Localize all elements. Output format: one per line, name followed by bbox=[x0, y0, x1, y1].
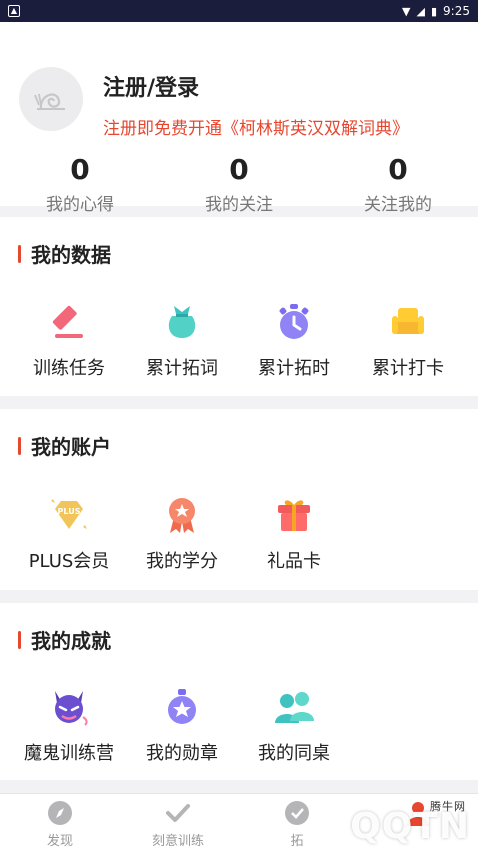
watermark-subtext: 腾牛网 bbox=[430, 800, 466, 813]
grid-item-training-tasks[interactable]: 训练任务 bbox=[14, 302, 124, 380]
grid-item-label: 我的学分 bbox=[146, 551, 218, 572]
avatar[interactable] bbox=[19, 67, 83, 131]
section-header: 我的账户 bbox=[18, 431, 111, 460]
section-my-account: 我的账户 PLUS PLUS会员 我的学分 礼品卡 bbox=[0, 409, 478, 590]
grid-item-label: 魔鬼训练营 bbox=[24, 743, 114, 764]
stat-notes[interactable]: 0 我的心得 bbox=[0, 152, 160, 215]
stat-following-label: 我的关注 bbox=[205, 195, 273, 215]
section-header: 我的成就 bbox=[18, 625, 111, 654]
section-accent-bar bbox=[18, 244, 21, 263]
grid-item-label: 累计拓时 bbox=[258, 358, 330, 379]
stopwatch-icon bbox=[279, 304, 309, 339]
grid-item-my-medals[interactable]: 我的勋章 bbox=[127, 687, 237, 765]
grid-item-label: 累计打卡 bbox=[372, 358, 444, 379]
snail-icon bbox=[34, 93, 65, 110]
ribbon-badge-icon bbox=[169, 498, 195, 533]
sofa-icon bbox=[392, 308, 424, 334]
expand-icon bbox=[285, 801, 309, 825]
plus-badge-text: PLUS bbox=[58, 507, 81, 516]
tab-discover[interactable]: 发现 bbox=[0, 800, 120, 849]
status-time: 9:25 bbox=[443, 4, 470, 18]
grid-item-label: PLUS会员 bbox=[28, 551, 110, 572]
grid-item-label: 训练任务 bbox=[33, 358, 105, 379]
signal-icon: ◢ bbox=[416, 4, 425, 18]
tab-deliberate-training[interactable]: 刻意训练 bbox=[118, 800, 238, 849]
stat-following-value: 0 bbox=[229, 153, 249, 186]
status-icons: ▼ ◢ ▮ 9:25 bbox=[402, 4, 470, 18]
watermark-logo: QQTN 腾牛网 bbox=[350, 800, 470, 847]
grid-item-plus-member[interactable]: PLUS PLUS会员 bbox=[14, 495, 124, 573]
section-my-data: 我的数据 训练任务 累计拓词 累计拓时 累计打卡 bbox=[0, 217, 478, 396]
notification-icon: ▲ bbox=[8, 5, 20, 17]
battery-icon: ▮ bbox=[430, 4, 438, 18]
tab-label: 发现 bbox=[46, 834, 73, 849]
grid-item-total-time[interactable]: 累计拓时 bbox=[239, 302, 349, 380]
grid-item-gift-card[interactable]: 礼品卡 bbox=[239, 495, 349, 573]
check-icon bbox=[166, 804, 190, 822]
section-accent-bar bbox=[18, 436, 21, 455]
promo-text[interactable]: 注册即免费开通《柯林斯英汉双解词典》 bbox=[103, 114, 409, 139]
grid-item-label: 礼品卡 bbox=[267, 551, 321, 572]
login-register-link[interactable]: 注册/登录 bbox=[103, 70, 199, 102]
tab-label: 拓 bbox=[290, 834, 304, 849]
medal-icon bbox=[168, 689, 196, 724]
status-bar: ▲ ▼ ◢ ▮ 9:25 bbox=[0, 0, 478, 22]
tab-label: 刻意训练 bbox=[151, 834, 204, 849]
gift-icon bbox=[278, 500, 310, 531]
stat-followers[interactable]: 0 关注我的 bbox=[318, 152, 478, 215]
users-icon bbox=[275, 692, 314, 723]
stat-notes-label: 我的心得 bbox=[46, 195, 114, 215]
grid-item-total-words[interactable]: 累计拓词 bbox=[127, 302, 237, 380]
stat-notes-value: 0 bbox=[70, 153, 90, 186]
grid-item-label: 我的勋章 bbox=[146, 743, 218, 764]
section-title: 我的数据 bbox=[31, 243, 111, 267]
grid-item-my-credits[interactable]: 我的学分 bbox=[127, 495, 237, 573]
section-header: 我的数据 bbox=[18, 239, 111, 268]
stat-followers-value: 0 bbox=[388, 153, 408, 186]
grid-item-label: 我的同桌 bbox=[258, 743, 330, 764]
bag-icon bbox=[168, 306, 196, 338]
devil-icon bbox=[55, 691, 88, 726]
pencil-icon bbox=[52, 305, 83, 338]
stat-following[interactable]: 0 我的关注 bbox=[159, 152, 319, 215]
section-title: 我的成就 bbox=[31, 629, 111, 653]
grid-item-my-deskmate[interactable]: 我的同桌 bbox=[239, 687, 349, 765]
tab-expand[interactable]: 拓 bbox=[237, 800, 357, 849]
stat-followers-label: 关注我的 bbox=[364, 195, 432, 215]
compass-icon bbox=[48, 801, 72, 825]
stats-row: 0 我的心得 0 我的关注 0 关注我的 bbox=[0, 152, 478, 222]
section-title: 我的账户 bbox=[31, 435, 111, 459]
section-my-achievements: 我的成就 魔鬼训练营 我的勋章 我的同桌 bbox=[0, 603, 478, 780]
grid-item-devil-bootcamp[interactable]: 魔鬼训练营 bbox=[14, 687, 124, 765]
profile-header: 注册/登录 注册即免费开通《柯林斯英汉双解词典》 0 我的心得 0 我的关注 0… bbox=[0, 22, 478, 215]
plus-diamond-icon: PLUS bbox=[51, 499, 87, 529]
wifi-icon: ▼ bbox=[402, 4, 411, 18]
grid-item-label: 累计拓词 bbox=[146, 358, 218, 379]
grid-item-total-checkin[interactable]: 累计打卡 bbox=[353, 302, 463, 380]
section-accent-bar bbox=[18, 630, 21, 649]
